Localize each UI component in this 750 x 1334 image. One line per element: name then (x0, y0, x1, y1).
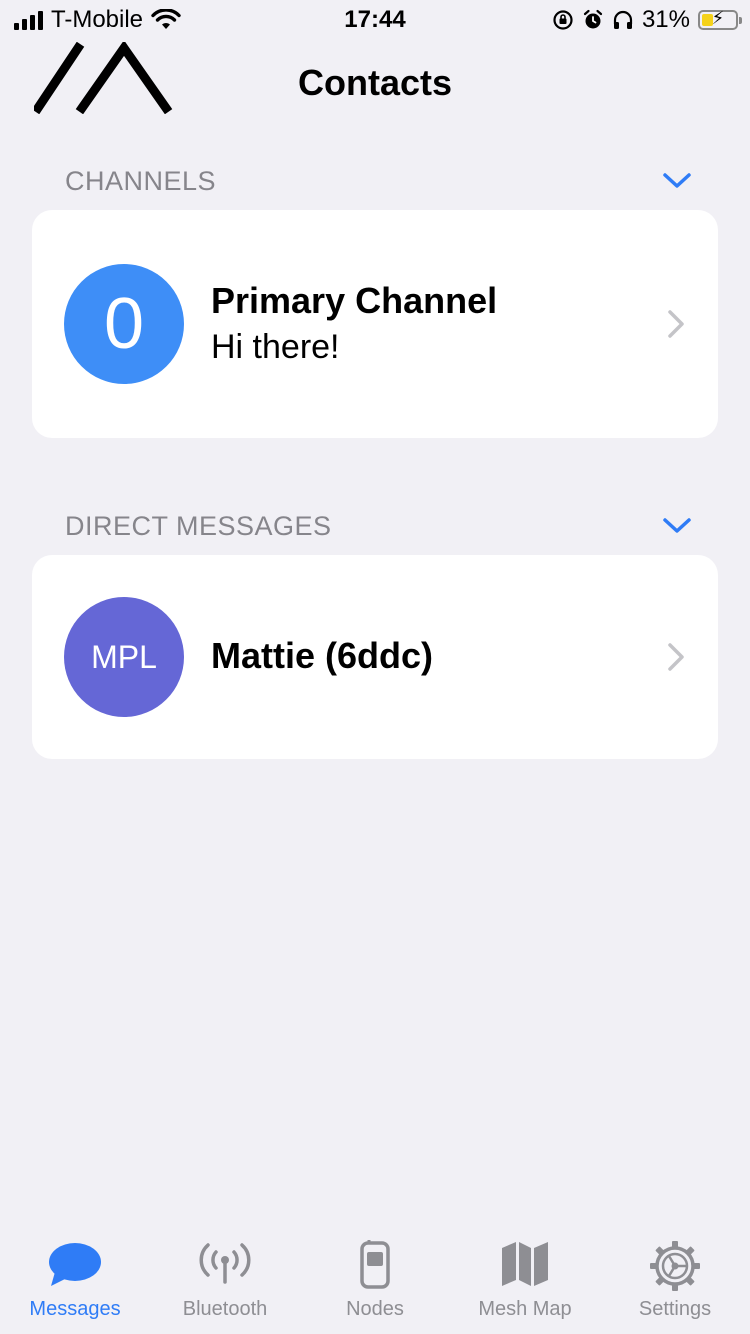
status-bar-right: 31% ⚡ (552, 6, 742, 34)
contact-avatar: MPL (64, 597, 184, 717)
settings-gear-icon (650, 1241, 700, 1291)
messages-icon (49, 1243, 101, 1286)
chevron-right-icon (668, 643, 684, 671)
tab-bar: Messages Bluetooth Nodes Mesh Map Settin… (0, 1234, 750, 1334)
contact-row-text: Mattie (6ddc) (211, 635, 433, 677)
channel-last-message: Hi there! (211, 328, 340, 366)
bluetooth-antenna-icon (199, 1243, 251, 1284)
headphones-icon (613, 10, 633, 29)
orientation-lock-icon (553, 10, 573, 30)
tab-mesh-map-label: Mesh Map (478, 1298, 572, 1320)
tab-bluetooth[interactable]: Bluetooth (150, 1234, 300, 1334)
contact-avatar-text: MPL (91, 638, 157, 675)
tab-messages-label: Messages (29, 1298, 121, 1320)
tab-settings[interactable]: Settings (600, 1234, 750, 1334)
channel-avatar-text: 0 (103, 284, 145, 364)
channel-name: Primary Channel (211, 280, 498, 321)
page-title: Contacts (297, 62, 453, 103)
status-bar: T-Mobile 17:44 31% ⚡ (0, 0, 750, 42)
channels-section-title: CHANNELS (65, 165, 217, 196)
battery-percent: 31% (641, 6, 690, 33)
direct-messages-section-header[interactable]: DIRECT MESSAGES (65, 506, 692, 546)
alarm-icon (583, 9, 603, 29)
tab-mesh-map[interactable]: Mesh Map (450, 1234, 600, 1334)
tab-nodes[interactable]: Nodes (300, 1234, 450, 1334)
chevron-right-icon (668, 310, 684, 338)
tab-nodes-label: Nodes (346, 1298, 404, 1320)
tab-bluetooth-label: Bluetooth (182, 1298, 268, 1320)
charging-bolt-icon: ⚡ (711, 8, 725, 28)
channel-avatar: 0 (64, 264, 184, 384)
contacts-screen: T-Mobile 17:44 31% ⚡ Contacts CHANNELS 0… (0, 0, 750, 1334)
channel-row-text: Primary Channel Hi there! (211, 280, 497, 367)
channel-row-primary[interactable]: 0 Primary Channel Hi there! (32, 210, 718, 438)
contact-name: Mattie (6ddc) (211, 635, 434, 676)
direct-message-row[interactable]: MPL Mattie (6ddc) (32, 555, 718, 759)
chevron-down-icon[interactable] (662, 172, 692, 190)
nodes-device-icon (360, 1240, 390, 1289)
map-icon (502, 1242, 548, 1286)
battery-icon: ⚡ (698, 8, 742, 30)
tab-messages[interactable]: Messages (0, 1234, 150, 1334)
channels-section-header[interactable]: CHANNELS (65, 161, 692, 201)
tab-settings-label: Settings (638, 1298, 712, 1320)
chevron-down-icon[interactable] (662, 517, 692, 535)
direct-messages-section-title: DIRECT MESSAGES (65, 510, 332, 541)
navigation-bar: Contacts (0, 42, 750, 122)
